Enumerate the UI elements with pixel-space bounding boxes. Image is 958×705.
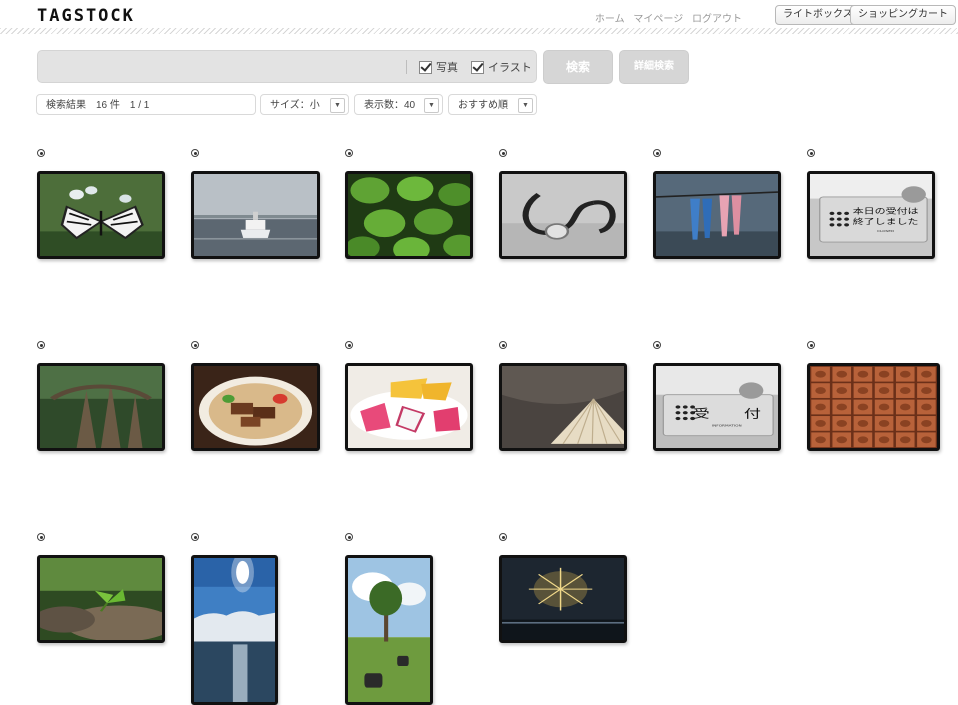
select-radio-icon[interactable]	[499, 341, 507, 349]
select-radio-icon[interactable]	[37, 533, 45, 541]
advanced-search-button[interactable]: 詳細検索	[619, 50, 689, 84]
sign-small-text: CLOSED	[877, 230, 894, 233]
site-logo[interactable]: TAGSTOCK	[37, 6, 135, 26]
select-radio-icon[interactable]	[807, 149, 815, 157]
sort-select-value: おすすめ順	[458, 100, 508, 111]
clothespins-photo[interactable]	[653, 171, 781, 259]
select-radio-icon[interactable]	[499, 149, 507, 157]
sign-text-line-2: 終了しました	[853, 217, 919, 226]
fireworks-photo[interactable]	[499, 555, 627, 643]
search-button[interactable]: 検索	[543, 50, 613, 84]
count-dropdown-arrow-icon[interactable]: ▼	[424, 98, 439, 113]
search-divider	[406, 60, 407, 74]
okinawa-soba-photo[interactable]	[191, 363, 320, 451]
select-radio-icon[interactable]	[807, 341, 815, 349]
illust-checkbox-label: イラスト	[488, 62, 532, 74]
cows-under-tree-photo[interactable]	[345, 555, 433, 705]
ferry-ship-photo[interactable]	[191, 171, 320, 259]
size-dropdown-arrow-icon[interactable]: ▼	[330, 98, 345, 113]
select-radio-icon[interactable]	[653, 149, 661, 157]
search-bar: 写真 イラスト	[37, 50, 537, 83]
stethoscope-photo[interactable]	[499, 171, 627, 259]
top-nav: ホーム マイページ ログアウト	[589, 10, 742, 25]
shopping-cart-button[interactable]: ショッピングカート	[850, 5, 956, 25]
butterfly-photo[interactable]	[37, 171, 165, 259]
size-select-value: サイズ：小	[270, 100, 320, 111]
select-radio-icon[interactable]	[191, 149, 199, 157]
sort-dropdown-arrow-icon[interactable]: ▼	[518, 98, 533, 113]
nav-mypage-link[interactable]: マイページ	[633, 14, 683, 25]
result-summary: 検索結果 16 件 1 / 1	[36, 94, 256, 115]
sun-over-sea-photo[interactable]	[191, 555, 278, 705]
select-radio-icon[interactable]	[37, 149, 45, 157]
size-select[interactable]: サイズ：小 ▼	[260, 94, 349, 115]
select-radio-icon[interactable]	[653, 341, 661, 349]
illust-check-icon[interactable]	[471, 60, 484, 74]
banyan-tree-photo[interactable]	[37, 363, 165, 451]
tropical-fruit-photo[interactable]	[345, 363, 473, 451]
nav-home-link[interactable]: ホーム	[595, 14, 625, 25]
select-radio-icon[interactable]	[345, 341, 353, 349]
reception-sign-photo[interactable]: 受 付 INFORMATION	[653, 363, 781, 451]
select-radio-icon[interactable]	[345, 149, 353, 157]
lightbox-button[interactable]: ライトボックス	[775, 5, 861, 25]
select-radio-icon[interactable]	[499, 533, 507, 541]
illust-checkbox[interactable]: イラスト	[471, 59, 532, 75]
select-radio-icon[interactable]	[191, 341, 199, 349]
select-radio-icon[interactable]	[345, 533, 353, 541]
conical-hat-photo[interactable]	[499, 363, 627, 451]
sort-select[interactable]: おすすめ順 ▼	[448, 94, 537, 115]
search-input[interactable]	[44, 55, 403, 79]
count-select-value: 表示数：40	[364, 100, 416, 111]
green-leaves-photo[interactable]	[345, 171, 473, 259]
sign-text: 受 付	[693, 407, 761, 420]
reception-closed-sign-photo[interactable]: 本日の受付は 終了しました CLOSED	[807, 171, 935, 259]
count-select[interactable]: 表示数：40 ▼	[354, 94, 443, 115]
photo-checkbox-label: 写真	[436, 62, 458, 74]
nav-logout-link[interactable]: ログアウト	[692, 14, 742, 25]
select-radio-icon[interactable]	[37, 341, 45, 349]
photo-checkbox[interactable]: 写真	[419, 59, 458, 75]
photo-check-icon[interactable]	[419, 60, 432, 74]
select-radio-icon[interactable]	[191, 533, 199, 541]
header-divider	[0, 28, 958, 34]
sign-text-line-1: 本日の受付は	[853, 206, 919, 215]
shisa-tiles-photo[interactable]	[807, 363, 940, 451]
sprout-on-stump-photo[interactable]	[37, 555, 165, 643]
sign-small-text: INFORMATION	[712, 424, 742, 427]
